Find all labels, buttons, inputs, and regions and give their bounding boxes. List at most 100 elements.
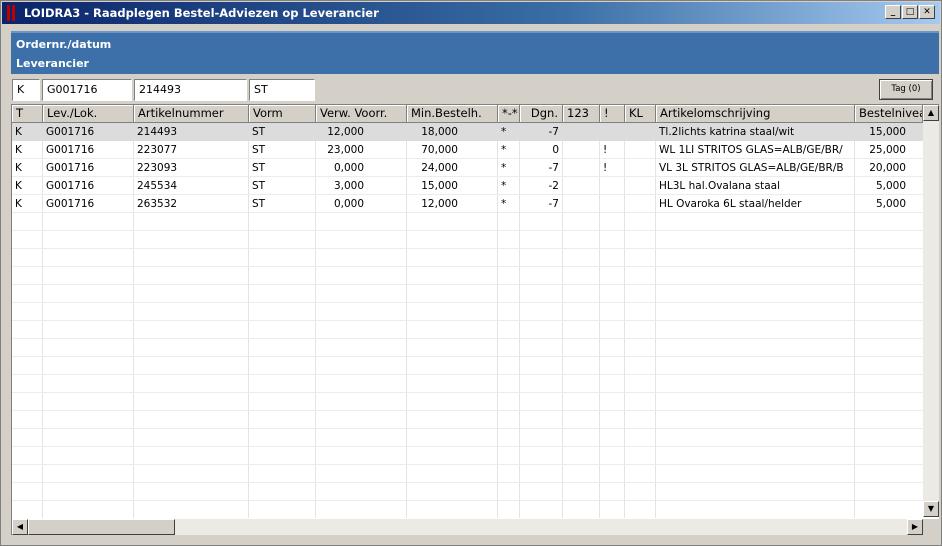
cell-type: K <box>15 162 22 174</box>
col-header-order-level[interactable]: Bestelniveau <box>855 105 923 123</box>
type-filter-field[interactable]: K <box>12 79 40 101</box>
col-header-expected-stock[interactable]: Verw. Voorr. <box>316 105 407 123</box>
cell-order-level: 20,000 <box>869 162 906 174</box>
article-filter-field[interactable]: 214493 <box>134 79 247 101</box>
cell-form: ST <box>252 126 266 138</box>
cell-exclamation <box>600 195 625 213</box>
col-header-star[interactable]: *-* <box>498 105 520 123</box>
row-divider <box>12 482 923 483</box>
row-divider <box>12 248 923 249</box>
cell-order-level: 25,000 <box>869 144 906 156</box>
cell-123 <box>563 159 600 177</box>
col-header-exclamation[interactable]: ! <box>600 105 625 123</box>
tag-button[interactable]: Tag (0) <box>879 79 933 100</box>
row-divider <box>12 464 923 465</box>
cell-star: * <box>501 198 507 210</box>
horizontal-scrollbar[interactable]: ◀ ▶ <box>12 519 923 535</box>
cell-exclamation <box>600 123 625 141</box>
row-divider <box>12 284 923 285</box>
form-filter-field[interactable]: ST <box>249 79 315 101</box>
row-divider <box>12 266 923 267</box>
cell-days: -2 <box>548 180 559 192</box>
col-header-kl[interactable]: KL <box>625 105 656 123</box>
close-button[interactable]: ✕ <box>919 5 935 19</box>
results-grid: T Lev./Lok. Artikelnummer Vorm Verw. Voo… <box>11 104 939 535</box>
cell-description: WL 1LI STRITOS GLAS=ALB/GE/BR/ <box>659 144 843 156</box>
cell-exclamation: ! <box>603 144 608 156</box>
row-divider <box>12 356 923 357</box>
row-divider <box>12 338 923 339</box>
cell-123 <box>563 141 600 159</box>
table-row[interactable]: K G001716 214493 ST 12,000 18,000 * -7 T… <box>12 123 923 141</box>
cell-kl <box>625 159 656 177</box>
cell-star: * <box>501 126 507 138</box>
row-divider <box>12 392 923 393</box>
cell-description: Tl.2lichts katrina staal/wit <box>659 126 795 138</box>
cell-article-number: 223077 <box>137 144 178 156</box>
row-divider <box>12 230 923 231</box>
minimize-button[interactable]: _ <box>885 5 901 19</box>
row-divider <box>12 320 923 321</box>
col-header-123[interactable]: 123 <box>563 105 600 123</box>
row-divider <box>12 500 923 501</box>
cell-expected-stock: 3,000 <box>333 180 364 192</box>
cell-min-order: 15,000 <box>421 180 458 192</box>
cell-min-order: 18,000 <box>421 126 458 138</box>
supplier-filter-field[interactable]: G001716 <box>42 79 132 101</box>
col-header-days[interactable]: Dgn. <box>520 105 563 123</box>
table-row[interactable]: K G001716 223093 ST 0,000 24,000 * -7 ! … <box>12 159 923 177</box>
cell-star: * <box>501 162 507 174</box>
table-row[interactable]: K G001716 223077 ST 23,000 70,000 * 0 ! … <box>12 141 923 159</box>
cell-123 <box>563 123 600 141</box>
cell-type: K <box>15 198 22 210</box>
cell-order-level: 5,000 <box>875 180 906 192</box>
col-header-article-number[interactable]: Artikelnummer <box>134 105 249 123</box>
cell-type: K <box>15 180 22 192</box>
cell-expected-stock: 23,000 <box>327 144 364 156</box>
vertical-scrollbar[interactable]: ▲ ▼ <box>923 105 939 517</box>
cell-star: * <box>501 144 507 156</box>
cell-days: -7 <box>548 162 559 174</box>
cell-days: 0 <box>552 144 559 156</box>
cell-exclamation: ! <box>603 162 608 174</box>
cell-supplier: G001716 <box>46 198 95 210</box>
cell-article-number: 223093 <box>137 162 178 174</box>
cell-days: -7 <box>548 126 559 138</box>
col-header-type[interactable]: T <box>12 105 43 123</box>
cell-kl <box>625 123 656 141</box>
maximize-button[interactable]: □ <box>902 5 918 19</box>
cell-order-level: 5,000 <box>875 198 906 210</box>
cell-description: HL3L hal.Ovalana staal <box>659 180 781 192</box>
col-header-description[interactable]: Artikelomschrijving <box>656 105 855 123</box>
table-row[interactable]: K G001716 245534 ST 3,000 15,000 * -2 HL… <box>12 177 923 195</box>
cell-article-number: 245534 <box>137 180 178 192</box>
horizontal-scroll-thumb[interactable] <box>28 519 175 535</box>
cell-expected-stock: 0,000 <box>333 198 364 210</box>
scrollbar-corner <box>923 519 939 535</box>
cell-form: ST <box>252 144 266 156</box>
cell-form: ST <box>252 198 266 210</box>
cell-kl <box>625 195 656 213</box>
cell-exclamation <box>600 177 625 195</box>
app-icon <box>6 5 18 21</box>
row-divider <box>12 302 923 303</box>
cell-order-level: 15,000 <box>869 126 906 138</box>
scroll-up-icon[interactable]: ▲ <box>923 105 939 121</box>
cell-description: HL Ovaroka 6L staal/helder <box>659 198 802 210</box>
row-divider <box>12 410 923 411</box>
order-info-panel: Ordernr./datum Leverancier <box>11 31 939 74</box>
scroll-right-icon[interactable]: ▶ <box>907 519 923 535</box>
cell-min-order: 12,000 <box>421 198 458 210</box>
scroll-left-icon[interactable]: ◀ <box>12 519 28 535</box>
title-bar: LOIDRA3 - Raadplegen Bestel-Adviezen op … <box>2 2 940 24</box>
table-row[interactable]: K G001716 263532 ST 0,000 12,000 * -7 HL… <box>12 195 923 213</box>
cell-form: ST <box>252 162 266 174</box>
scroll-down-icon[interactable]: ▼ <box>923 501 939 517</box>
cell-article-number: 214493 <box>137 126 178 138</box>
col-header-min-order[interactable]: Min.Bestelh. <box>407 105 498 123</box>
col-header-supplier[interactable]: Lev./Lok. <box>43 105 134 123</box>
cell-article-number: 263532 <box>137 198 178 210</box>
cell-supplier: G001716 <box>46 180 95 192</box>
cell-type: K <box>15 126 22 138</box>
col-header-form[interactable]: Vorm <box>249 105 316 123</box>
